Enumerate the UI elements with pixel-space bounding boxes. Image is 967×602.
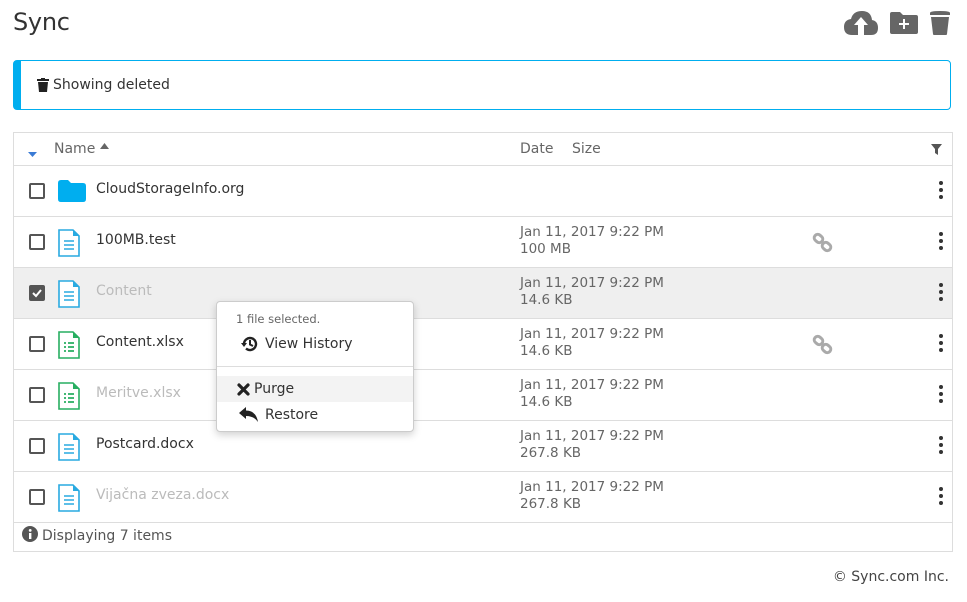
table-row[interactable]: CloudStorageInfo.org [14,166,952,217]
sort-asc-icon [99,143,109,149]
column-header-date[interactable]: Date [520,141,553,157]
file-size: 267.8 KB [520,496,582,512]
file-date: Jan 11, 2017 9:22 PM [520,224,664,240]
file-date: Jan 11, 2017 9:22 PM [520,377,664,393]
copyright: © Sync.com Inc. [832,569,949,585]
row-actions-menu-icon[interactable] [938,334,944,355]
file-meta: Jan 11, 2017 9:22 PM 267.8 KB [520,428,664,462]
document-file-icon [58,484,80,516]
table-footer: Displaying 7 items [14,521,952,551]
row-checkbox[interactable] [29,438,45,454]
spreadsheet-file-icon [58,331,80,363]
file-name[interactable]: Content [96,283,152,299]
alert-text: Showing deleted [53,77,170,93]
file-meta: Jan 11, 2017 9:22 PM 267.8 KB [520,479,664,513]
file-name[interactable]: 100MB.test [96,232,176,248]
table-row[interactable]: Meritve.xlsx Jan 11, 2017 9:22 PM 14.6 KB [14,370,952,421]
folder-icon [58,180,86,206]
document-file-icon [58,229,80,261]
row-actions-menu-icon[interactable] [938,181,944,202]
spreadsheet-file-icon [58,382,80,414]
file-size: 100 MB [520,241,571,257]
table-row[interactable]: Content.xlsx Jan 11, 2017 9:22 PM 14.6 KB [14,319,952,370]
file-meta: Jan 11, 2017 9:22 PM 14.6 KB [520,326,664,360]
table-row[interactable]: Postcard.docx Jan 11, 2017 9:22 PM 267.8 K… [14,421,952,472]
file-size: 14.6 KB [520,292,573,308]
showing-deleted-alert: Showing deleted [13,60,951,110]
filter-icon[interactable] [931,143,942,159]
selection-count: 1 file selected. [236,312,321,326]
row-actions-menu-icon[interactable] [938,283,944,304]
x-icon [237,382,250,396]
file-table: Name Date Size CloudStorageInfo.org 100MB… [13,132,953,552]
file-name[interactable]: Meritve.xlsx [96,385,181,401]
file-date: Jan 11, 2017 9:22 PM [520,428,664,444]
file-name[interactable]: CloudStorageInfo.org [96,181,244,197]
table-row[interactable]: 100MB.test Jan 11, 2017 9:22 PM 100 MB [14,217,952,268]
document-file-icon [58,433,80,465]
column-header-size[interactable]: Size [572,141,601,157]
restore-menu-item[interactable]: Restore [217,402,413,428]
item-count: Displaying 7 items [42,528,172,544]
file-name[interactable]: Content.xlsx [96,334,184,350]
row-checkbox[interactable] [29,489,45,505]
link-icon[interactable] [812,334,834,360]
row-checkbox[interactable] [29,183,45,199]
row-actions-menu-icon[interactable] [938,385,944,406]
upload-icon[interactable] [843,10,879,40]
file-meta: Jan 11, 2017 9:22 PM 14.6 KB [520,377,664,411]
link-icon[interactable] [812,232,834,258]
file-size: 267.8 KB [520,445,582,461]
view-history-menu-item[interactable]: View History [217,331,413,357]
column-header-name[interactable]: Name [54,141,109,157]
trash-icon[interactable] [929,10,951,40]
file-meta: Jan 11, 2017 9:22 PM 14.6 KB [520,275,664,309]
row-actions-menu-icon[interactable] [938,232,944,253]
row-checkbox[interactable] [29,336,45,352]
row-actions-menu-icon[interactable] [938,436,944,457]
file-date: Jan 11, 2017 9:22 PM [520,275,664,291]
history-icon [241,336,258,352]
table-header: Name Date Size [14,133,952,166]
row-actions-menu-icon[interactable] [938,487,944,508]
page-title: Sync [13,8,70,36]
table-row[interactable]: Vijačna zveza.docx Jan 11, 2017 9:22 PM 26… [14,472,952,523]
reply-icon [239,407,258,422]
file-size: 14.6 KB [520,343,573,359]
file-date: Jan 11, 2017 9:22 PM [520,479,664,495]
file-date: Jan 11, 2017 9:22 PM [520,326,664,342]
file-name[interactable]: Postcard.docx [96,436,194,452]
row-checkbox[interactable] [29,387,45,403]
toolbar [843,10,951,40]
table-row[interactable]: Content Jan 11, 2017 9:22 PM 14.6 KB [14,268,952,319]
row-checkbox[interactable] [29,285,45,301]
info-icon [22,526,38,546]
trash-icon [37,78,49,92]
file-name[interactable]: Vijačna zveza.docx [96,487,229,503]
file-size: 14.6 KB [520,394,573,410]
menu-divider [217,366,413,367]
file-meta: Jan 11, 2017 9:22 PM 100 MB [520,224,664,258]
new-folder-icon[interactable] [889,11,919,39]
row-checkbox[interactable] [29,234,45,250]
document-file-icon [58,280,80,312]
context-menu: 1 file selected. View History Purge Rest… [216,301,414,432]
purge-menu-item[interactable]: Purge [217,376,413,402]
select-dropdown-icon[interactable] [28,146,37,162]
